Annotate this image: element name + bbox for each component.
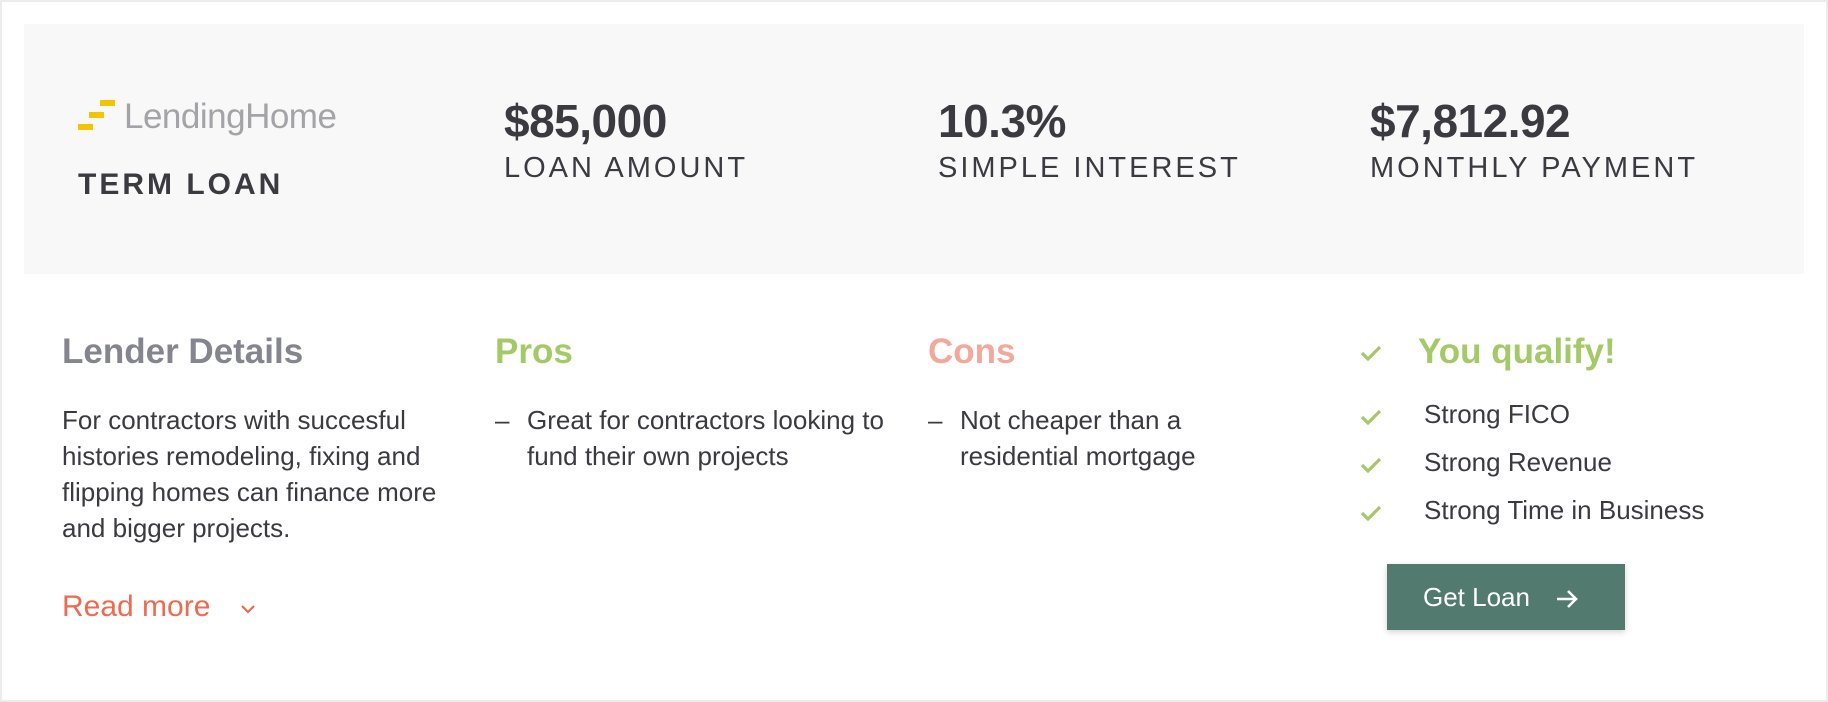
qualify-list: Strong FICO Strong Revenue Strong Time i… [1360,396,1780,540]
logo-text: LendingHome [124,97,337,136]
qualify-item-text: Strong FICO [1424,399,1570,429]
check-icon [1360,408,1382,426]
logo-mark-icon [78,98,118,136]
stat-label: MONTHLY PAYMENT [1370,152,1699,184]
qualification-section: You qualify! Strong FICO Strong Revenue … [1360,332,1780,540]
stat-value: $85,000 [504,95,667,147]
lender-details-title: Lender Details [62,332,304,371]
get-loan-button[interactable]: Get Loan [1387,564,1625,630]
qualify-title: You qualify! [1418,332,1616,371]
stat-label: SIMPLE INTEREST [938,152,1241,184]
pros-title: Pros [495,332,573,371]
loan-type-label: TERM LOAN [78,168,284,201]
chevron-down-icon [240,598,255,619]
cons-title: Cons [928,332,1016,371]
qualify-item: Strong FICO [1360,396,1780,444]
loan-summary-bar: LendingHome TERM LOAN $85,000 LOAN AMOUN… [24,24,1804,274]
loan-offer-card: LendingHome TERM LOAN $85,000 LOAN AMOUN… [0,0,1828,702]
pros-section: Pros – Great for contractors looking to … [495,332,895,474]
stat-loan-amount: $85,000 LOAN AMOUNT [504,94,748,185]
lendinghome-logo: LendingHome [78,97,378,136]
qualify-item: Strong Revenue [1360,444,1780,492]
read-more-label: Read more [62,590,211,623]
check-icon [1360,504,1382,522]
stat-value: 10.3% [938,95,1066,147]
lender-details-section: Lender Details For contractors with succ… [62,332,452,546]
cons-list: – Not cheaper than a residential mortgag… [928,402,1288,474]
check-icon [1360,344,1382,362]
dash-icon: – [495,405,510,435]
qualify-item: Strong Time in Business [1360,492,1780,540]
cons-item: – Not cheaper than a residential mortgag… [928,402,1288,474]
stat-interest: 10.3% SIMPLE INTEREST [938,94,1241,185]
qualify-item-text: Strong Revenue [1424,447,1612,477]
stat-label: LOAN AMOUNT [504,152,749,184]
cons-section: Cons – Not cheaper than a residential mo… [928,332,1288,474]
cons-item-text: Not cheaper than a residential mortgage [960,405,1196,471]
check-icon [1360,456,1382,474]
qualify-header: You qualify! [1360,332,1780,376]
get-loan-label: Get Loan [1423,581,1530,612]
qualify-item-text: Strong Time in Business [1424,495,1705,525]
pros-item-text: Great for contractors looking to fund th… [527,405,884,471]
arrow-right-icon [1555,586,1579,617]
pros-item: – Great for contractors looking to fund … [495,402,895,474]
dash-icon: – [928,405,943,435]
stat-monthly-payment: $7,812.92 MONTHLY PAYMENT [1370,94,1698,185]
stat-value: $7,812.92 [1370,95,1571,147]
read-more-link[interactable]: Read more [62,590,255,624]
lender-details-body: For contractors with succesful histories… [62,405,437,543]
pros-list: – Great for contractors looking to fund … [495,402,895,474]
